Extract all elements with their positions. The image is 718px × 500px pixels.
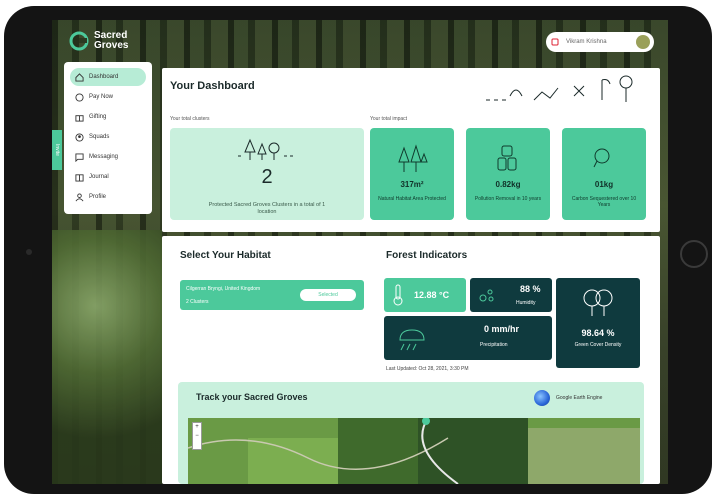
habitat-cluster-count: 2 Clusters [186,299,209,305]
google-earth-engine-badge: Google Earth Engine [534,390,602,406]
sidebar-item-profile[interactable]: Profile [70,188,146,206]
coin-icon [75,92,84,102]
foliage-image [52,230,162,484]
brand-name: Sacred Groves [94,30,129,51]
dashboard-title: Your Dashboard [170,80,255,92]
track-title: Track your Sacred Groves [196,392,308,402]
home-icon [75,72,84,82]
green-cover-value: 98.64 % [581,328,615,338]
avatar[interactable] [636,35,650,49]
profile-icon [75,192,84,201]
carbon-icon [593,148,610,168]
journal-icon [75,173,84,182]
temperature-value: 12.88 °C [414,290,450,300]
habitat-select-button[interactable]: Selected [300,289,356,301]
earth-engine-label: Google Earth Engine [556,395,603,401]
sidebar-item-messaging[interactable]: Messaging [70,148,146,166]
trees-icon [398,144,428,172]
sidebar-item-label: Dashboard [89,74,119,80]
message-icon [75,152,84,162]
gift-icon [75,114,84,122]
precipitation-tile[interactable]: 0 mm/hr Precipitation [384,316,552,360]
user-menu[interactable]: Vikram Krishna [546,32,654,52]
pollution-icon [497,145,517,171]
impact-value: 0.82kg [495,180,521,189]
zoom-in-button[interactable]: + [193,423,201,432]
sidebar-item-journal[interactable]: Journal [70,168,146,186]
temperature-tile[interactable]: 12.88 °C [384,278,466,312]
squad-icon [75,132,84,142]
groves-map[interactable]: + − [188,418,640,484]
impact-value: 317m² [400,180,424,189]
forest-cover-icon [583,289,613,316]
impact-description: Pollution Removal in 10 years [474,196,542,202]
impact-card-pollution[interactable]: 0.82kg Pollution Removal in 10 years [466,128,550,220]
humidity-icon [479,289,494,302]
habitat-location: Cilgerran Bryngi, United Kingdom [186,286,261,292]
sidebar-item-gifting[interactable]: Gifting [70,108,146,126]
impact-card-carbon[interactable]: 01kg Carbon Sequestered over 10 Years [562,128,646,220]
nature-illustration-icon [486,75,633,102]
brand[interactable]: Sacred Groves [68,30,144,52]
habitat-title: Select Your Habitat [180,250,271,261]
sidebar-item-label: Profile [89,194,107,200]
habitat-card: Select Your Habitat Forest Indicators Ci… [162,236,660,484]
zoom-out-button[interactable]: − [193,432,201,441]
earth-engine-icon [534,390,550,406]
humidity-tile[interactable]: 88 % Humidity [470,278,552,312]
sidebar-item-label: Squads [89,134,110,140]
app-screen: Sacred Groves Vikram Krishna Invite Dash… [52,20,668,484]
sidebar-item-label: Messaging [89,154,119,160]
track-groves-panel: Track your Sacred Groves Google Earth En… [178,382,644,484]
precipitation-value: 0 mm/hr [484,324,520,334]
sidebar-item-label: Pay Now [89,94,114,100]
impact-label: Your total impact [370,116,408,122]
tree-cluster-icon [238,138,293,160]
impact-card-habitat[interactable]: 317m² Natural Habitat Area Protected [370,128,454,220]
notification-icon[interactable] [550,37,560,47]
green-cover-tile[interactable]: 98.64 % Green Cover Density [556,278,640,368]
sidebar-item-dashboard[interactable]: Dashboard [70,68,146,86]
thermometer-icon [393,284,403,306]
green-cover-label: Green Cover Density [574,342,622,348]
humidity-value: 88 % [520,284,541,294]
sidebar-item-label: Gifting [89,114,107,120]
sidebar: Dashboard Pay Now Gifting Squads Messagi… [64,62,152,214]
user-name: Vikram Krishna [566,39,607,45]
impact-description: Carbon Sequestered over 10 Years [571,196,637,208]
last-updated: Last Updated: Oct 28, 2021, 3:30 PM [386,366,469,372]
dashboard-card: Your Dashboard Your total clusters Your … [162,68,660,232]
sidebar-item-label: Journal [89,174,109,180]
satellite-map-image [188,418,640,484]
home-button[interactable] [680,240,708,268]
indicators-title: Forest Indicators [386,250,468,261]
rain-cloud-icon [399,329,425,351]
precipitation-label: Precipitation [480,342,508,348]
clusters-count: 2 [261,166,273,188]
map-zoom-control: + − [192,422,202,450]
sidebar-item-squads[interactable]: Squads [70,128,146,146]
habitat-option[interactable]: Cilgerran Bryngi, United Kingdom 2 Clust… [180,280,364,310]
clusters-label: Your total clusters [170,116,210,122]
camera [26,249,32,255]
clusters-card[interactable]: 2 Protected Sacred Groves Clusters in a … [170,128,364,220]
clusters-description: Protected Sacred Groves Clusters in a to… [208,202,326,215]
impact-value: 01kg [594,180,614,189]
impact-description: Natural Habitat Area Protected [378,196,446,202]
humidity-label: Humidity [516,300,536,306]
sidebar-item-pay-now[interactable]: Pay Now [70,88,146,106]
sacred-groves-logo-icon [69,31,89,51]
invite-tab[interactable]: Invite [52,130,62,170]
